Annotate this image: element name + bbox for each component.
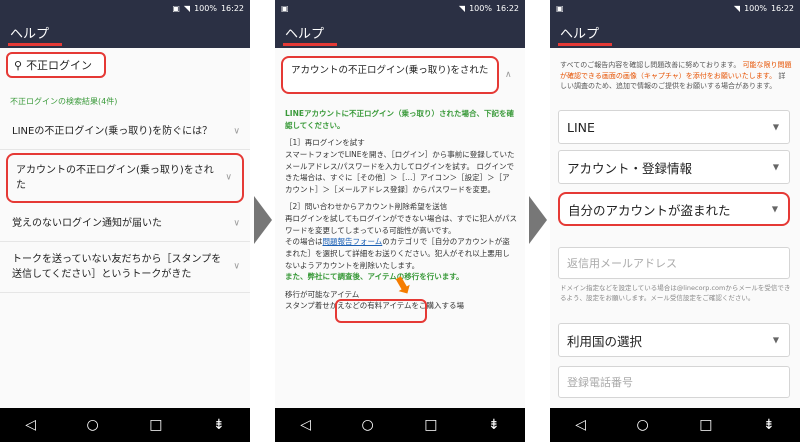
list-item-label: 覚えのないログイン通知が届いた <box>12 218 162 229</box>
email-field[interactable]: 返信用メールアドレス <box>558 247 790 279</box>
form-link-highlight <box>335 299 427 323</box>
list-item[interactable]: 覚えのないログイン通知が届いた ∨ <box>0 206 250 242</box>
status-bar: ▣ ◥ 100% 16:22 <box>550 0 800 16</box>
service-select[interactable]: LINE ▼ <box>558 110 790 144</box>
notification-icon: ▣ <box>281 3 289 13</box>
menu-icon[interactable]: ⇟ <box>488 417 500 433</box>
search-value: 不正ログイン <box>26 59 93 72</box>
step-arrow-icon <box>529 196 547 244</box>
list-item[interactable]: LINEの不正ログイン(乗っ取り)を防ぐには？ ∨ <box>0 114 250 150</box>
section2-pre: その場合は <box>285 237 323 247</box>
list-item[interactable]: トークを送っていない友だちから［スタンプを送信してください］というトークがきた … <box>0 242 250 293</box>
status-bar: ▣ ◥ 100% 16:22 <box>0 0 250 16</box>
list-item-label: トークを送っていない友だちから［スタンプを送信してください］というトークがきた <box>12 254 222 280</box>
intro-text: すべてのご報告内容を確認し問題改善に努めております。 <box>560 61 741 69</box>
chevron-down-icon: ∨ <box>233 261 240 272</box>
home-icon[interactable]: ○ <box>362 417 374 433</box>
wifi-icon: ◥ <box>733 3 741 13</box>
home-icon[interactable]: ○ <box>87 417 99 433</box>
nav-bar: ◁ ○ □ ⇟ <box>550 408 800 442</box>
notification-icon: ▣ <box>172 3 180 13</box>
time-label: 16:22 <box>495 3 519 13</box>
list-item-label: アカウントの不正ログイン(乗っ取り)をされた <box>16 165 214 191</box>
menu-icon[interactable]: ⇟ <box>213 417 225 433</box>
dropdown-arrow-icon: ▼ <box>772 162 779 172</box>
title-underline <box>558 43 612 46</box>
nav-bar: ◁ ○ □ ⇟ <box>0 408 250 442</box>
app-bar: ヘルプ <box>275 16 525 48</box>
battery-label: 100% <box>194 3 217 13</box>
category-select[interactable]: アカウント・登録情報 ▼ <box>558 150 790 184</box>
page-title: ヘルプ <box>10 27 50 42</box>
email-note: ドメイン指定などを設定している場合は@linecorp.comからメールを受信で… <box>560 284 791 302</box>
wifi-icon: ◥ <box>183 3 191 13</box>
phone-screen-form: ▣ ◥ 100% 16:22 ヘルプ すべてのご報告内容を確認し問題改善に努めて… <box>550 0 800 442</box>
page-title: ヘルプ <box>285 27 325 42</box>
search-icon: ⚲ <box>14 58 23 72</box>
page-title: ヘルプ <box>560 27 600 42</box>
step-arrow-icon <box>254 196 272 244</box>
issue-select[interactable]: 自分のアカウントが盗まれた ▼ <box>558 192 790 226</box>
nav-bar: ◁ ○ □ ⇟ <box>275 408 525 442</box>
chevron-down-icon: ∨ <box>233 125 240 136</box>
battery-label: 100% <box>744 3 767 13</box>
results-label: 不正ログインの検索結果(4件) <box>10 97 118 106</box>
app-bar: ヘルプ <box>0 16 250 48</box>
time-label: 16:22 <box>770 3 794 13</box>
wifi-icon: ◥ <box>458 3 466 13</box>
country-select[interactable]: 利用国の選択 ▼ <box>558 323 790 357</box>
report-form-link[interactable]: 問題報告フォーム <box>323 237 383 246</box>
back-icon[interactable]: ◁ <box>25 417 36 433</box>
form-intro: すべてのご報告内容を確認し問題改善に努めております。 可能な限り問題が確認できる… <box>560 60 792 92</box>
dropdown-arrow-icon: ▼ <box>772 122 779 132</box>
home-icon[interactable]: ○ <box>637 417 649 433</box>
results-list: LINEの不正ログイン(乗っ取り)を防ぐには？ ∨ アカウントの不正ログイン(乗… <box>0 114 250 293</box>
section3-title: 移行が可能なアイテム <box>285 289 360 299</box>
select-value: アカウント・登録情報 <box>567 160 693 176</box>
back-icon[interactable]: ◁ <box>575 417 586 433</box>
section2-title: ［2］問い合わせからアカウント削除希望を送信 <box>285 202 448 212</box>
recent-apps-icon[interactable]: □ <box>149 417 162 433</box>
section1-title: ［1］再ログインを試す <box>285 138 365 148</box>
title-underline <box>283 43 337 46</box>
phone-screen-answer: ▣ ◥ 100% 16:22 ヘルプ アカウントの不正ログイン(乗っ取り)をされ… <box>275 0 525 442</box>
question-header[interactable]: アカウントの不正ログイン(乗っ取り)をされた <box>281 56 499 94</box>
back-icon[interactable]: ◁ <box>300 417 311 433</box>
section2-body: 再ログインを試してもログインができない場合は、すでに犯人がパスワードを変更してし… <box>285 214 517 235</box>
search-input[interactable]: ⚲ 不正ログイン <box>6 52 106 78</box>
select-value: 利用国の選択 <box>567 333 643 349</box>
notification-icon: ▣ <box>556 3 564 13</box>
dropdown-arrow-icon: ▼ <box>771 204 778 214</box>
section2-green-note: また、弊社にて調査後、アイテムの移行を行います。 <box>285 272 464 282</box>
menu-icon[interactable]: ⇟ <box>763 417 775 433</box>
status-bar: ▣ ◥ 100% 16:22 <box>275 0 525 16</box>
select-value: 自分のアカウントが盗まれた <box>568 202 731 218</box>
dropdown-arrow-icon: ▼ <box>772 335 779 345</box>
list-item-highlighted[interactable]: アカウントの不正ログイン(乗っ取り)をされた ∨ <box>6 153 244 203</box>
recent-apps-icon[interactable]: □ <box>699 417 712 433</box>
answer-lead: LINEアカウントに不正ログイン（乗っ取り）された場合、下記を確認してください。 <box>285 109 514 130</box>
recent-apps-icon[interactable]: □ <box>424 417 437 433</box>
phone-field[interactable]: 登録電話番号 <box>558 366 790 398</box>
app-bar: ヘルプ <box>550 16 800 48</box>
time-label: 16:22 <box>220 3 244 13</box>
phone-screen-search: ▣ ◥ 100% 16:22 ヘルプ ⚲ 不正ログイン 不正ログインの検索結果(… <box>0 0 250 442</box>
title-underline <box>8 43 62 46</box>
battery-label: 100% <box>469 3 492 13</box>
select-value: LINE <box>567 119 595 135</box>
chevron-down-icon: ∨ <box>225 172 232 183</box>
chevron-up-icon[interactable]: ∧ <box>505 70 512 80</box>
list-item-label: LINEの不正ログイン(乗っ取り)を防ぐには？ <box>12 126 213 137</box>
chevron-down-icon: ∨ <box>233 217 240 228</box>
